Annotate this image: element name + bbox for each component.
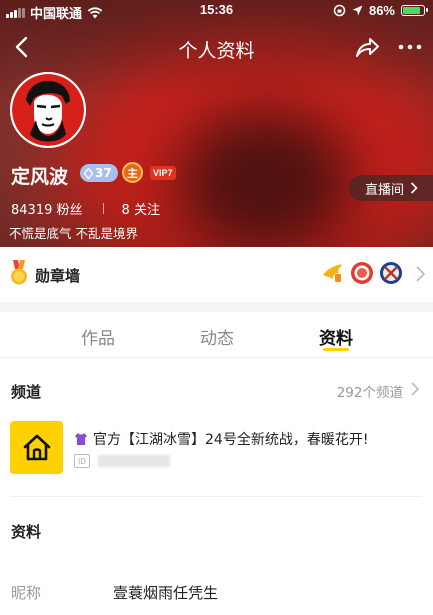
status-bar: 中国联通 15:36 86%	[0, 0, 433, 22]
live-room-label: 直播间	[365, 182, 405, 198]
diamond-icon	[84, 167, 93, 179]
avatar[interactable]	[10, 72, 86, 148]
section-gap	[0, 302, 433, 312]
live-room-button[interactable]: 直播间	[349, 175, 433, 201]
info-section-title: 资料	[11, 523, 42, 541]
red-ring-badge-icon	[351, 262, 373, 284]
share-icon[interactable]	[353, 34, 381, 62]
channel-item-title: 官方【江湖冰雪】24号全新统战，春暖花开!	[93, 432, 369, 448]
more-options-icon[interactable]	[397, 34, 423, 60]
fans-stat[interactable]: 84319 粉丝	[11, 199, 83, 218]
vip-badge: VIP7	[150, 166, 176, 180]
chevron-right-icon	[410, 182, 418, 194]
shirt-icon	[75, 433, 87, 445]
medal-icon	[11, 260, 27, 285]
chevron-right-icon[interactable]	[409, 381, 421, 397]
fans-label: 粉丝	[56, 203, 83, 218]
fans-count: 84319	[11, 203, 53, 218]
battery-percent: 86%	[368, 3, 395, 18]
channel-id-blurred	[98, 455, 170, 467]
channel-section-title: 频道	[11, 383, 42, 401]
bio-text: 不慌是底气 不乱是境界	[9, 226, 138, 241]
battery-icon	[401, 5, 428, 16]
medal-wall-row[interactable]: 勋章墙	[0, 247, 433, 302]
profile-header: 中国联通 15:36 86% 个人资料 定风波 37 主 VIP7 直播间 84…	[0, 0, 433, 247]
profile-tabs: 作品 动态 资料	[0, 312, 433, 358]
tab-profile[interactable]: 资料	[296, 324, 376, 349]
orientation-lock-icon	[333, 4, 346, 17]
tab-works[interactable]: 作品	[58, 324, 138, 349]
nickname-value: 壹蓑烟雨任凭生	[113, 584, 219, 602]
nickname-label: 昵称	[11, 584, 42, 602]
username: 定风波	[11, 166, 69, 188]
chevron-right-icon	[416, 266, 426, 282]
navigation-bar: 个人资料	[0, 26, 433, 70]
channel-item[interactable]: 官方【江湖冰雪】24号全新统战，春暖花开!	[74, 429, 368, 449]
id-tag: ID	[74, 454, 90, 468]
following-count: 8	[121, 203, 130, 218]
level-number: 37	[95, 166, 112, 180]
tab-feed[interactable]: 动态	[177, 324, 257, 349]
following-stat[interactable]: 8 关注	[122, 199, 160, 218]
follow-stats: 84319 粉丝 8 关注	[11, 199, 160, 218]
divider	[11, 496, 422, 497]
medal-wall-title: 勋章墙	[35, 267, 81, 285]
channel-count-link[interactable]: 292个频道	[337, 381, 403, 401]
wing-badge-icon	[323, 264, 343, 282]
following-label: 关注	[133, 203, 160, 218]
avatar-portrait-icon	[12, 74, 84, 146]
channel-thumbnail[interactable]	[10, 421, 63, 474]
host-badge: 主	[122, 162, 143, 183]
stats-divider	[102, 203, 104, 214]
home-icon	[23, 434, 50, 460]
channel-id-row: ID	[74, 454, 170, 468]
active-tab-indicator	[323, 348, 349, 351]
medal-badge-list	[321, 261, 403, 285]
blue-cross-badge-icon	[380, 262, 402, 284]
level-badge: 37	[80, 164, 118, 182]
location-icon	[352, 5, 363, 16]
